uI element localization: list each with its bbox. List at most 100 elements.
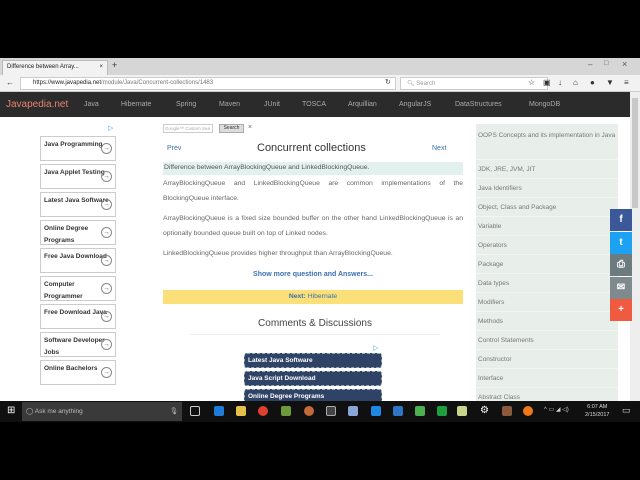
vscode-icon[interactable] bbox=[393, 406, 403, 416]
side-ad-link[interactable]: Software Developer Jobs → bbox=[40, 332, 116, 357]
share-f-icon[interactable]: f bbox=[610, 209, 632, 231]
custom-search-input[interactable]: Google™ Custom Sea bbox=[163, 124, 213, 133]
new-tab-button[interactable]: + bbox=[112, 60, 117, 70]
maximize-button[interactable]: □ bbox=[604, 60, 608, 67]
close-tab-icon[interactable]: × bbox=[99, 64, 103, 70]
answer-paragraph: LinkedBlockingQueue provides higher thro… bbox=[163, 250, 393, 257]
extension-icon[interactable]: ● bbox=[590, 78, 595, 87]
next-topic-banner[interactable]: Next: Hibernate bbox=[163, 290, 463, 304]
side-ad-link[interactable]: Online Degree Programs → bbox=[40, 220, 116, 245]
scrollbar-thumb[interactable] bbox=[632, 98, 638, 208]
nav-mongodb[interactable]: MongoDB bbox=[529, 101, 560, 108]
app-icon[interactable] bbox=[502, 406, 512, 416]
side-ad-link[interactable]: Free Java Download → bbox=[40, 248, 116, 273]
ad-label: Online Degree Programs bbox=[44, 225, 89, 244]
nav-maven[interactable]: Maven bbox=[219, 101, 240, 108]
custom-search-button[interactable]: Search bbox=[219, 124, 244, 133]
microphone-icon[interactable]: 🎙︎ bbox=[170, 407, 178, 415]
pocket-icon[interactable]: ▼ bbox=[606, 78, 614, 87]
chrome-icon[interactable] bbox=[258, 406, 268, 416]
topic-link[interactable]: Control Statements bbox=[476, 331, 618, 350]
ad-button[interactable]: Java Script Download bbox=[244, 371, 382, 386]
topic-link[interactable]: Methods bbox=[476, 312, 618, 331]
nav-angularjs[interactable]: AngularJS bbox=[399, 101, 431, 108]
app-icon[interactable] bbox=[348, 406, 358, 416]
windows-taskbar: ⊞ ◯ Ask me anything 🎙︎ ⚙ ^ ▭ ◢ ◁) 6:07 AM… bbox=[0, 401, 640, 422]
url-path: /module/Java/Concurrent-collections/1483 bbox=[101, 80, 214, 86]
nav-java[interactable]: Java bbox=[84, 101, 99, 108]
windows-start-icon[interactable]: ⊞ bbox=[7, 405, 15, 416]
nav-hibernate[interactable]: Hibernate bbox=[121, 101, 151, 108]
side-ad-link[interactable]: Latest Java Software → bbox=[40, 192, 116, 217]
topic-link[interactable]: Object, Class and Package bbox=[476, 198, 618, 217]
app-icon[interactable] bbox=[437, 406, 447, 416]
site-logo[interactable]: Javapedia.net bbox=[6, 99, 68, 110]
minimize-button[interactable]: – bbox=[588, 60, 592, 69]
browser-search[interactable]: 🔍︎ Search bbox=[400, 77, 548, 90]
topic-link[interactable]: OOPS Concepts and its implementation in … bbox=[476, 124, 618, 160]
topic-link[interactable]: Operators bbox=[476, 236, 618, 255]
arrow-right-icon: → bbox=[101, 227, 112, 238]
nav-junit[interactable]: JUnit bbox=[264, 101, 280, 108]
url-bar[interactable]: https://www.javapedia.net/module/Java/Co… bbox=[20, 77, 396, 90]
side-ad-link[interactable]: Free Download Java → bbox=[40, 304, 116, 329]
topic-link[interactable]: JDK, JRE, JVM, JIT bbox=[476, 160, 618, 179]
share-print-icon[interactable]: ⎙ bbox=[610, 254, 632, 276]
ad-button[interactable]: Latest Java Software bbox=[244, 353, 382, 368]
share-more-icon[interactable]: + bbox=[610, 299, 632, 321]
download-icon[interactable]: ↓ bbox=[558, 78, 562, 87]
clear-search-icon[interactable]: × bbox=[248, 124, 252, 131]
side-ad-link[interactable]: Java Applet Testing → bbox=[40, 164, 116, 189]
back-icon[interactable]: ← bbox=[6, 78, 14, 87]
prev-link[interactable]: Prev bbox=[167, 145, 181, 152]
reload-icon[interactable]: ↻ bbox=[385, 78, 391, 86]
side-ad-link[interactable]: Online Bachelors → bbox=[40, 360, 116, 385]
show-more-link[interactable]: Show more question and Answers... bbox=[163, 271, 463, 278]
topic-link[interactable]: Java Identifiers bbox=[476, 179, 618, 198]
topic-link[interactable]: Interface bbox=[476, 369, 618, 388]
topic-link[interactable]: Data types bbox=[476, 274, 618, 293]
clock[interactable]: 6:07 AM 2/15/2017 bbox=[585, 403, 609, 419]
edge-icon[interactable] bbox=[214, 406, 224, 416]
notifications-icon[interactable]: ▭ bbox=[622, 405, 631, 416]
next-link[interactable]: Next bbox=[432, 145, 446, 152]
close-window-button[interactable]: × bbox=[622, 59, 627, 69]
topic-link[interactable]: Abstract Class bbox=[476, 388, 618, 401]
nav-arquillian[interactable]: Arquillian bbox=[348, 101, 377, 108]
side-ad-link[interactable]: Computer Programmer → bbox=[40, 276, 116, 301]
app-icon[interactable] bbox=[281, 406, 291, 416]
task-view-icon[interactable] bbox=[190, 406, 200, 416]
bookmark-star-icon[interactable]: ☆ bbox=[528, 78, 535, 87]
home-icon[interactable]: ⌂ bbox=[573, 78, 578, 87]
terminal-icon[interactable] bbox=[326, 406, 336, 416]
nav-tosca[interactable]: TOSCA bbox=[302, 101, 326, 108]
nav-datastructures[interactable]: DataStructures bbox=[455, 101, 502, 108]
share-t-icon[interactable]: t bbox=[610, 231, 632, 254]
firefox-icon[interactable] bbox=[523, 406, 533, 416]
nav-spring[interactable]: Spring bbox=[176, 101, 196, 108]
cortana-search[interactable]: ◯ Ask me anything 🎙︎ bbox=[22, 402, 182, 421]
arrow-right-icon: → bbox=[101, 255, 112, 266]
eclipse-icon[interactable] bbox=[304, 406, 314, 416]
address-toolbar: ← https://www.javapedia.net/module/Java/… bbox=[0, 75, 640, 92]
ad-button[interactable]: Online Degree Programs bbox=[244, 389, 382, 401]
topic-link[interactable]: Package bbox=[476, 255, 618, 274]
ad-label: Free Java Download bbox=[44, 253, 107, 260]
share-mail-icon[interactable]: ✉ bbox=[610, 276, 632, 299]
arrow-right-icon: → bbox=[101, 339, 112, 350]
topic-link[interactable]: Constructor bbox=[476, 350, 618, 369]
adchoices-icon[interactable]: ▷ bbox=[373, 344, 378, 352]
library-icon[interactable]: ▣ bbox=[543, 78, 551, 87]
photos-icon[interactable] bbox=[415, 406, 425, 416]
topic-link[interactable]: Variable bbox=[476, 217, 618, 236]
file-explorer-icon[interactable] bbox=[236, 406, 246, 416]
side-ad-link[interactable]: Java Programming → bbox=[40, 136, 116, 161]
menu-icon[interactable]: ≡ bbox=[624, 78, 629, 87]
adchoices-icon[interactable]: ▷ bbox=[108, 124, 113, 132]
browser-tab[interactable]: Difference between Array... × bbox=[2, 60, 108, 75]
settings-icon[interactable]: ⚙ bbox=[480, 405, 489, 416]
notepad-icon[interactable] bbox=[457, 406, 467, 416]
system-tray-icons[interactable]: ^ ▭ ◢ ◁) bbox=[544, 406, 569, 413]
mail-icon[interactable] bbox=[371, 406, 381, 416]
topic-link[interactable]: Modifiers bbox=[476, 293, 618, 312]
